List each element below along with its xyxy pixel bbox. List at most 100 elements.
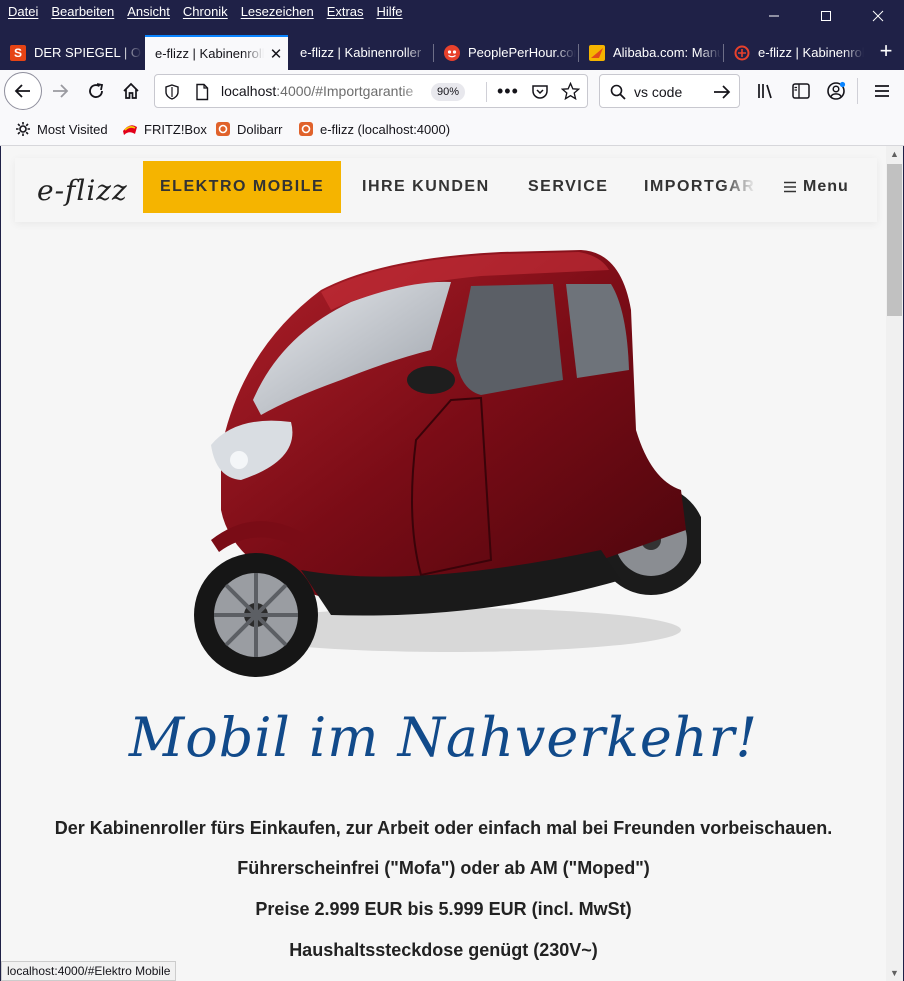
dolibarr-icon xyxy=(299,122,313,136)
reload-button[interactable] xyxy=(80,75,112,107)
bookmark-label: e-flizz (localhost:4000) xyxy=(320,121,451,137)
sidebar-icon xyxy=(792,83,810,99)
menu-lesezeichen[interactable]: Lesezeichen xyxy=(241,4,314,19)
nav-toolbar: localhost:4000/#Importgarantie 90% ••• v… xyxy=(0,70,904,112)
bookmark-label: FRITZ!Box xyxy=(144,121,207,137)
back-button[interactable] xyxy=(4,72,42,110)
license-paragraph: Führerscheinfrei ("Mofa") oder ab AM ("M… xyxy=(237,858,650,878)
tab-e-flizz-active[interactable]: e-flizz | Kabinenroller ✕ xyxy=(145,35,288,70)
arrow-right-icon xyxy=(53,84,69,98)
tab-label: e-flizz | Kabinenroller xyxy=(155,46,264,61)
tab-label: PeoplePerHour.com xyxy=(468,45,576,60)
reload-icon xyxy=(89,83,104,98)
intro-paragraph: Der Kabinenroller fürs Einkaufen, zur Ar… xyxy=(54,818,833,838)
bookmark-most-visited[interactable]: Most Visited xyxy=(15,121,108,137)
maximize-button[interactable] xyxy=(800,0,852,32)
bookmarks-bar: Most Visited FRITZ!Box Dolibarr e-flizz … xyxy=(0,112,904,146)
library-icon xyxy=(758,84,772,99)
site-logo[interactable]: e-flizz xyxy=(37,174,128,207)
menu-bar: Datei Bearbeiten Ansicht Chronik Lesezei… xyxy=(0,0,904,32)
nav-ihre-kunden[interactable]: IHRE KUNDEN xyxy=(362,161,490,213)
zoom-indicator[interactable]: 90% xyxy=(431,83,466,101)
account-button[interactable] xyxy=(820,75,852,107)
home-button[interactable] xyxy=(115,75,147,107)
tab-spiegel[interactable]: S DER SPIEGEL | Online xyxy=(0,35,142,70)
link-status-bar: localhost:4000/#Elektro Mobile xyxy=(1,961,177,981)
url-separator xyxy=(486,82,487,102)
forward-button[interactable] xyxy=(44,75,76,107)
page-actions-menu-icon[interactable]: ••• xyxy=(497,81,519,102)
page-icon[interactable] xyxy=(194,83,210,101)
search-bar[interactable]: vs code xyxy=(599,74,740,108)
tab-label: Alibaba.com: Manufacturers xyxy=(613,45,721,60)
tab-label: e-flizz | Kabinenroller xyxy=(758,45,864,60)
page-scrollbar[interactable]: ▲ ▼ xyxy=(886,146,903,981)
account-icon xyxy=(827,81,846,100)
site-navigation: e-flizz ELEKTRO MOBILE IHRE KUNDEN SERVI… xyxy=(15,158,877,222)
hamburger-icon xyxy=(875,85,889,97)
library-button[interactable] xyxy=(750,75,782,107)
hamburger-icon xyxy=(784,181,796,193)
menu-items: Datei Bearbeiten Ansicht Chronik Lesezei… xyxy=(8,4,403,19)
price-paragraph: Preise 2.999 EUR bis 5.999 EUR (incl. Mw… xyxy=(255,899,632,919)
window-controls xyxy=(748,0,904,32)
shield-icon[interactable] xyxy=(164,84,180,100)
nav-elektro-mobile[interactable]: ELEKTRO MOBILE xyxy=(143,161,342,213)
close-tab-button[interactable]: ✕ xyxy=(264,45,288,63)
url-bar[interactable]: localhost:4000/#Importgarantie 90% ••• xyxy=(154,74,588,108)
tab-alibaba[interactable]: Alibaba.com: Manufacturers xyxy=(579,35,721,70)
go-arrow-icon[interactable] xyxy=(713,84,731,100)
menu-ansicht[interactable]: Ansicht xyxy=(127,4,170,19)
home-icon xyxy=(123,82,139,99)
toolbar-separator xyxy=(857,78,858,104)
fritzbox-icon xyxy=(123,125,137,135)
tab-e-flizz-3[interactable]: e-flizz | Kabinenroller xyxy=(724,35,864,70)
search-input[interactable]: vs code xyxy=(634,84,682,100)
page-viewport: e-flizz ELEKTRO MOBILE IHRE KUNDEN SERVI… xyxy=(1,146,886,981)
url-path: :4000/#Importgarantie xyxy=(276,83,414,99)
peopleperhour-icon xyxy=(444,44,460,61)
bookmark-fritzbox[interactable]: FRITZ!Box xyxy=(122,121,207,137)
tab-e-flizz-2[interactable]: e-flizz | Kabinenroller xyxy=(290,35,430,70)
e-flizz-icon xyxy=(734,45,750,60)
bookmark-dolibarr[interactable]: Dolibarr xyxy=(215,121,283,137)
scroll-up-arrow-icon[interactable]: ▲ xyxy=(886,146,903,162)
arrow-left-icon xyxy=(14,84,30,98)
tab-label: e-flizz | Kabinenroller xyxy=(300,45,422,60)
menu-chronik[interactable]: Chronik xyxy=(183,4,228,19)
spiegel-icon: S xyxy=(10,44,26,61)
gear-icon xyxy=(16,122,30,136)
sidebar-button[interactable] xyxy=(785,75,817,107)
star-bookmark-icon[interactable] xyxy=(561,82,580,101)
nav-service[interactable]: SERVICE xyxy=(528,161,608,213)
new-tab-button[interactable]: + xyxy=(868,32,904,70)
url-host: localhost xyxy=(221,83,277,99)
alibaba-icon xyxy=(589,44,605,61)
nav-importgarantie[interactable]: IMPORTGARANTIE xyxy=(644,161,756,213)
search-icon xyxy=(610,84,626,100)
bookmark-label: Most Visited xyxy=(37,121,108,137)
menu-datei[interactable]: Datei xyxy=(8,4,38,19)
scrollbar-thumb[interactable] xyxy=(887,164,902,316)
menu-hilfe[interactable]: Hilfe xyxy=(377,4,403,19)
tab-strip: S DER SPIEGEL | Online e-flizz | Kabinen… xyxy=(0,32,904,70)
pocket-icon[interactable] xyxy=(531,83,549,101)
power-paragraph: Haushaltssteckdose genügt (230V~) xyxy=(289,940,598,960)
headline: Mobil im Nahverkehr! xyxy=(128,706,759,769)
scroll-down-arrow-icon[interactable]: ▼ xyxy=(886,965,903,981)
minimize-button[interactable] xyxy=(748,0,800,32)
tab-peopleperhour[interactable]: PeoplePerHour.com xyxy=(434,35,576,70)
site-menu-button[interactable]: Menu xyxy=(783,161,849,213)
menu-bearbeiten[interactable]: Bearbeiten xyxy=(51,4,114,19)
dolibarr-icon xyxy=(216,122,230,136)
hamburger-menu-button[interactable] xyxy=(866,75,898,107)
menu-extras[interactable]: Extras xyxy=(327,4,364,19)
bookmark-e-flizz-local[interactable]: e-flizz (localhost:4000) xyxy=(298,121,450,137)
tab-label: DER SPIEGEL | Online xyxy=(34,45,142,60)
menu-label: Menu xyxy=(803,178,849,195)
close-window-button[interactable] xyxy=(852,0,904,32)
maximize-icon xyxy=(821,11,831,21)
plus-icon: + xyxy=(879,38,893,63)
url-text[interactable]: localhost:4000/#Importgarantie xyxy=(221,83,427,99)
close-icon xyxy=(872,10,884,22)
